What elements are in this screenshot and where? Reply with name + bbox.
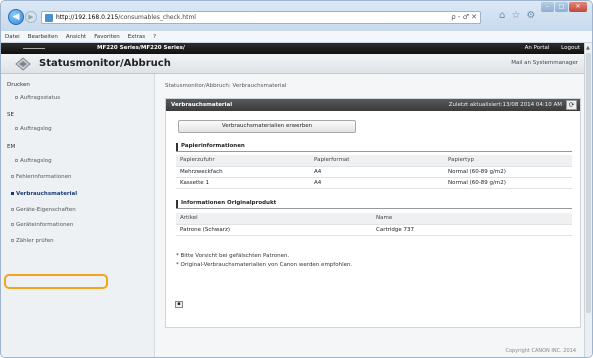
copyright: Copyright CANON INC. 2014: [505, 348, 576, 354]
toolbar-icons: ⌂ ☆ ⚙: [499, 10, 535, 21]
scroll-up-icon[interactable]: ▲: [586, 45, 590, 51]
page-title: Statusmonitor/Abbruch: [39, 58, 171, 69]
table-cell: Patrone (Schwarz): [176, 224, 372, 236]
table-header-row: Papierzufuhr Papierformat Papiertyp: [176, 155, 572, 167]
bullet-icon: [11, 208, 14, 211]
table-row: Mehrzweckfach A4 Normal (60-89 g/m2): [176, 166, 572, 178]
paper-info-table: Papierzufuhr Papierformat Papiertyp Mehr…: [176, 155, 572, 189]
status-monitor-icon: [15, 57, 31, 71]
table-row: Kassette 1 A4 Normal (60-89 g/m2): [176, 177, 572, 189]
table-cell: Mehrzweckfach: [176, 166, 310, 178]
original-product-section-title: Informationen Originalprodukt: [176, 199, 572, 209]
site-favicon-icon: [45, 14, 53, 22]
breadcrumb: Statusmonitor/Abbruch: Verbrauchsmateria…: [165, 83, 287, 89]
bullet-icon: [11, 239, 14, 242]
bullet-icon: [15, 127, 18, 130]
close-icon[interactable]: ✕: [569, 2, 587, 12]
menu-help[interactable]: ?: [153, 34, 156, 40]
home-icon[interactable]: ⌂: [499, 10, 505, 21]
sidebar-item-geraeteinformationen[interactable]: Geräteinformationen: [11, 222, 73, 228]
page-titlebar: Statusmonitor/Abbruch Mail an Systemmana…: [1, 54, 586, 74]
sidebar-item-em-auftragslog[interactable]: Auftragslog: [15, 158, 52, 164]
last-updated: Zuletzt aktualisiert:13/08 2014 04:10 AM: [448, 102, 562, 108]
note-original: * Original-Verbrauchsmaterialien von Can…: [176, 262, 353, 268]
column-header: Name: [372, 213, 572, 225]
bullet-icon: [11, 192, 14, 195]
gear-icon[interactable]: ⚙: [526, 10, 535, 21]
bullet-icon: [11, 175, 14, 178]
window-controls: – □ ✕: [541, 2, 587, 12]
browser-window: – □ ✕ ◀ ▶ http://192.168.0.215/consumabl…: [0, 0, 593, 358]
section-bar: [176, 143, 178, 151]
note-counterfeit: * Bitte Vorsicht bei gefälschten Patrone…: [176, 253, 290, 259]
topbar-links: An Portal Logout: [515, 45, 580, 51]
bullet-icon: [15, 159, 18, 162]
section-bar: [176, 200, 178, 208]
bullet-icon: [11, 223, 14, 226]
browser-chrome: – □ ✕ ◀ ▶ http://192.168.0.215/consumabl…: [1, 1, 592, 31]
table-cell: Cartridge 737: [372, 224, 572, 236]
menu-favoriten[interactable]: Favoriten: [94, 34, 119, 40]
minimize-icon[interactable]: –: [541, 2, 554, 12]
column-header: Papierzufuhr: [176, 155, 310, 167]
favorites-star-icon[interactable]: ☆: [511, 10, 520, 21]
address-tools[interactable]: ρ - ♂ ✕: [451, 13, 477, 21]
sidebar-group-se: SE: [7, 112, 14, 118]
sidebar: Drucken Auftragsstatus SE Auftragslog EM…: [1, 74, 155, 357]
device-topbar: MF220 Series/MF220 Series/ An Portal Log…: [1, 43, 586, 54]
refresh-icon[interactable]: ⟳: [566, 100, 577, 110]
table-cell: Kassette 1: [176, 177, 310, 189]
vertical-scrollbar[interactable]: ▲: [584, 43, 592, 357]
maximize-icon[interactable]: □: [555, 2, 568, 12]
menu-ansicht[interactable]: Ansicht: [66, 34, 86, 40]
page-info-icon[interactable]: ▪: [175, 301, 183, 308]
back-button[interactable]: ◀: [8, 9, 24, 25]
sidebar-item-fehlerinformationen[interactable]: Fehlerinformationen: [11, 174, 72, 180]
address-url: http://192.168.0.215/consumables_check.h…: [56, 14, 196, 21]
mail-admin-link[interactable]: Mail an Systemmanager: [511, 60, 578, 66]
panel-header: Verbrauchsmaterial Zuletzt aktualisiert:…: [166, 99, 580, 111]
sidebar-group-drucken: Drucken: [7, 82, 30, 88]
table-header-row: Artikel Name: [176, 213, 572, 225]
table-cell: Normal (60-89 g/m2): [444, 166, 572, 178]
sidebar-item-se-auftragslog[interactable]: Auftragslog: [15, 126, 52, 132]
selection-highlight: [4, 274, 108, 289]
topbar-decoration: [23, 48, 45, 49]
bullet-icon: [15, 96, 18, 99]
table-cell: A4: [310, 166, 444, 178]
menu-bar: Datei Bearbeiten Ansicht Favoriten Extra…: [1, 31, 592, 43]
web-page: MF220 Series/MF220 Series/ An Portal Log…: [1, 43, 586, 357]
consumables-panel: Verbrauchsmaterial Zuletzt aktualisiert:…: [165, 98, 581, 328]
sidebar-group-em: EM: [7, 144, 16, 150]
paper-info-section-title: Papierinformationen: [176, 142, 572, 152]
address-bar[interactable]: http://192.168.0.215/consumables_check.h…: [41, 11, 481, 24]
table-cell: A4: [310, 177, 444, 189]
original-product-table: Artikel Name Patrone (Schwarz) Cartridge…: [176, 213, 572, 236]
table-cell: Normal (60-89 g/m2): [444, 177, 572, 189]
menu-bearbeiten[interactable]: Bearbeiten: [28, 34, 58, 40]
buy-consumables-button[interactable]: Verbrauchsmaterialien erwerben: [178, 120, 356, 133]
sidebar-item-auftragsstatus[interactable]: Auftragsstatus: [15, 95, 60, 101]
column-header: Artikel: [176, 213, 372, 225]
menu-extras[interactable]: Extras: [128, 34, 145, 40]
panel-title: Verbrauchsmaterial: [171, 102, 233, 108]
scrollbar-thumb[interactable]: [586, 53, 591, 313]
menu-datei[interactable]: Datei: [5, 34, 20, 40]
sidebar-item-verbrauchsmaterial[interactable]: Verbrauchsmaterial: [11, 191, 77, 197]
column-header: Papierformat: [310, 155, 444, 167]
column-header: Papiertyp: [444, 155, 572, 167]
forward-button[interactable]: ▶: [25, 11, 37, 23]
logout-link[interactable]: Logout: [561, 45, 580, 51]
portal-link[interactable]: An Portal: [525, 45, 550, 51]
sidebar-item-zaehler-pruefen[interactable]: Zähler prüfen: [11, 238, 54, 244]
table-row: Patrone (Schwarz) Cartridge 737: [176, 224, 572, 236]
sidebar-item-geraete-eigenschaften[interactable]: Geräte-Eigenschaften: [11, 207, 76, 213]
model-name: MF220 Series/MF220 Series/: [97, 45, 185, 51]
